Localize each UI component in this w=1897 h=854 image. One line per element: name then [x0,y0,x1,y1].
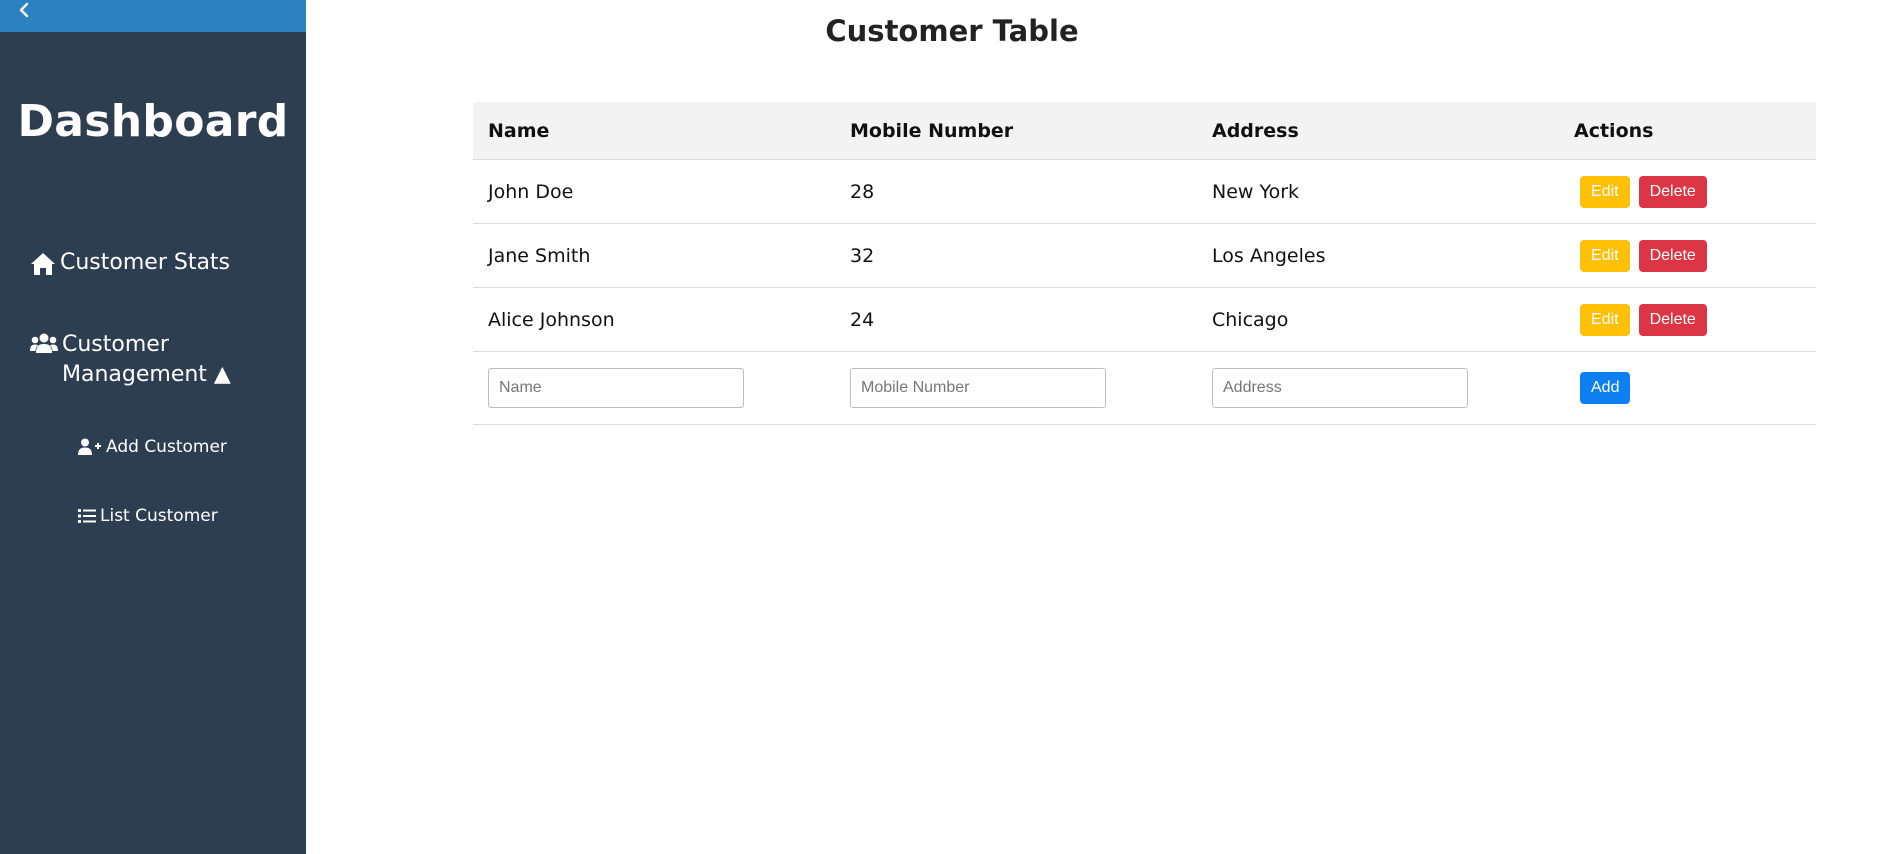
cell-actions: Edit Delete [1559,239,1816,272]
sidebar-item-customer-stats[interactable]: Customer Stats [30,250,230,276]
address-input[interactable] [1212,368,1468,408]
delete-button[interactable]: Delete [1638,303,1707,336]
chevron-left-icon[interactable] [14,0,34,20]
sidebar-subitem-label: Add Customer [106,437,227,457]
sidebar-toggle-bar [0,0,306,32]
cell-name: John Doe [488,180,574,203]
column-header-mobile: Mobile Number [850,119,1014,142]
mobile-number-input[interactable] [850,368,1106,408]
cell-name-input [473,368,835,408]
new-customer-row: Add [473,352,1816,425]
edit-button[interactable]: Edit [1580,239,1630,272]
sidebar-item-customer-management[interactable]: Customer Management ▲ [30,330,270,390]
page-title: Customer Table [825,14,1079,48]
delete-button[interactable]: Delete [1638,239,1707,272]
column-header-actions: Actions [1574,119,1654,142]
cell-add-action: Add [1559,372,1816,404]
table-row: Jane Smith 32 Los Angeles Edit Delete [473,224,1816,288]
cell-mobile: 28 [850,180,875,203]
home-icon [30,252,56,276]
cell-name: Alice Johnson [488,308,615,331]
user-plus-icon [78,438,102,456]
cell-address-input [1197,368,1559,408]
cell-address: Los Angeles [1212,244,1326,267]
sidebar-brand: Dashboard [17,96,289,147]
users-icon [30,332,58,354]
column-header-name: Name [488,119,550,142]
edit-button[interactable]: Edit [1580,175,1630,208]
sidebar-item-label: Customer Management ▲ [62,332,231,387]
cell-actions: Edit Delete [1559,303,1816,336]
edit-button[interactable]: Edit [1580,303,1630,336]
column-header-address: Address [1212,119,1299,142]
cell-address: New York [1212,180,1300,203]
cell-mobile-input [835,368,1197,408]
cell-actions: Edit Delete [1559,175,1816,208]
table-row: John Doe 28 New York Edit Delete [473,160,1816,224]
cell-mobile: 32 [850,244,875,267]
cell-address: Chicago [1212,308,1289,331]
cell-mobile: 24 [850,308,875,331]
delete-button[interactable]: Delete [1638,175,1707,208]
customer-table: Name Mobile Number Address Actions John … [473,102,1816,425]
table-header-row: Name Mobile Number Address Actions [473,102,1816,160]
list-icon [78,508,96,524]
name-input[interactable] [488,368,744,408]
sidebar-item-label: Customer Stats [60,250,231,275]
table-row: Alice Johnson 24 Chicago Edit Delete [473,288,1816,352]
sidebar-subitem-add-customer[interactable]: Add Customer [78,437,227,457]
cell-name: Jane Smith [488,244,591,267]
sidebar-subitem-label: List Customer [100,506,218,526]
sidebar: Dashboard Customer Stats Customer Manage… [0,0,306,854]
add-button[interactable]: Add [1580,372,1631,404]
sidebar-subitem-list-customer[interactable]: List Customer [78,506,218,526]
